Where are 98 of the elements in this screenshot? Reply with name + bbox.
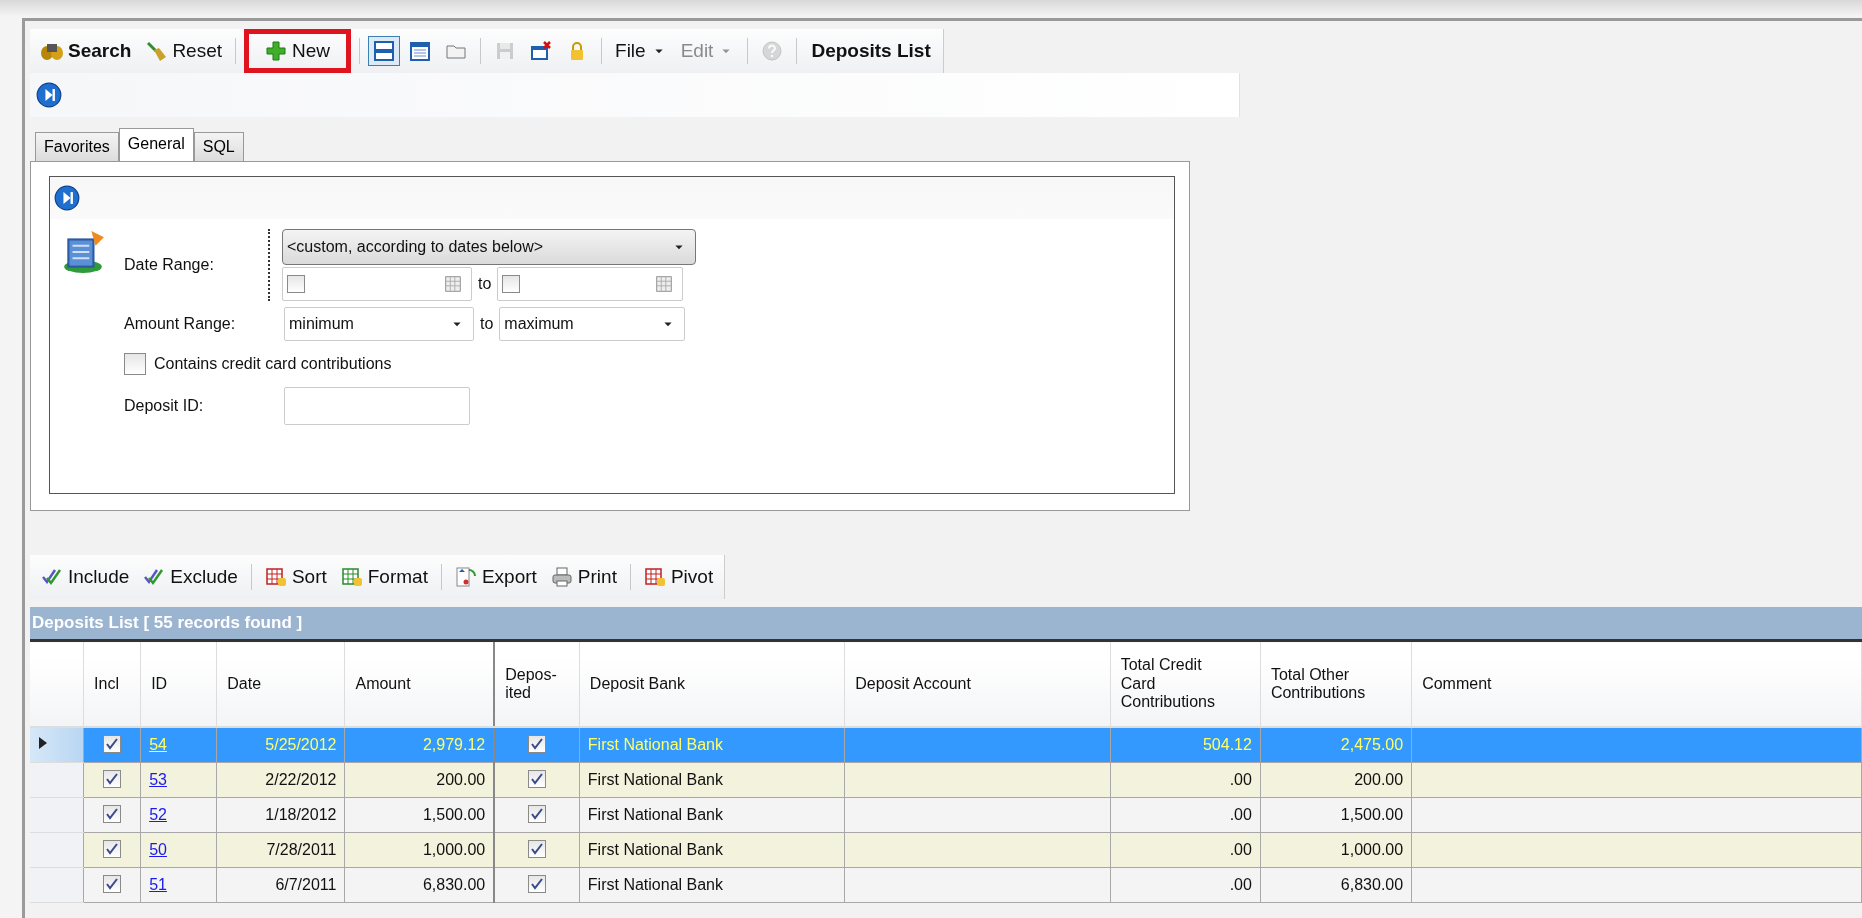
date-field[interactable] [282,267,472,301]
column-header[interactable]: Amount [344,640,495,727]
calendar-icon [654,274,675,294]
checkbox[interactable] [124,353,146,375]
table-icon [643,566,666,588]
table-cell: 7/28/2011 [216,832,345,868]
plus-icon [265,40,287,62]
row-header[interactable] [30,727,84,763]
table-cell: .00 [1110,762,1261,798]
column-header[interactable]: ID [140,640,217,727]
table-icon [264,566,287,588]
checkbox[interactable] [287,275,305,293]
range-separator: to [478,275,492,293]
checkbox[interactable] [528,840,546,858]
checkbox[interactable] [528,735,546,753]
toolbar-button[interactable]: Sort [259,562,332,592]
table-cell: First National Bank [579,727,845,763]
toolbar-button[interactable]: Print [545,562,622,592]
table-cell: First National Bank [579,832,845,868]
table-cell: 6/7/2011 [216,867,345,903]
table-cell: 5/25/2012 [216,727,345,763]
table-cell: .00 [1110,797,1261,833]
date-range-dropdown[interactable]: <custom, according to dates below> [282,229,696,265]
id-link[interactable]: 51 [149,876,167,893]
column-header[interactable]: Total Credit Card Contributions [1110,640,1261,727]
table-cell: 6,830.00 [344,867,495,903]
table-cell: 1,500.00 [1260,797,1412,833]
toolbar-icon-button[interactable] [368,36,401,66]
view-title: Deposits List [810,40,932,62]
table-cell: 200.00 [344,762,495,798]
checkbox[interactable] [528,770,546,788]
column-header[interactable]: Deposit Bank [579,640,845,727]
id-link[interactable]: 52 [149,806,167,823]
table-cell: First National Bank [579,867,845,903]
table-cell: 1,000.00 [1260,832,1412,868]
checkbox[interactable] [528,805,546,823]
table-cell: 504.12 [1110,727,1261,763]
checkbox[interactable] [528,875,546,893]
minimum-dropdown[interactable]: minimum [284,307,474,341]
toolbar-button[interactable]: Exclude [138,562,243,592]
split-view-icon [373,40,396,62]
field-label: Deposit ID: [124,397,205,415]
menu-button[interactable]: File [610,36,672,66]
tab[interactable]: General [118,128,194,162]
table-cell: First National Bank [579,797,845,833]
checkbox[interactable] [103,735,122,753]
table-cell: 6,830.00 [1260,867,1412,903]
column-header[interactable]: Total Other Contributions [1260,640,1412,727]
column-header[interactable]: Incl [83,640,141,727]
play-circle-icon [54,185,80,211]
printer-icon [550,566,573,588]
play-circle-icon [36,82,62,108]
calendar-icon [409,40,432,62]
broom-icon [145,40,168,62]
table-icon [340,566,363,588]
maximum-dropdown[interactable]: maximum [499,307,686,341]
toolbar-button[interactable]: Reset [140,36,227,66]
toolbar-button[interactable]: Include [36,562,135,592]
table-cell: 2,475.00 [1260,727,1412,763]
toolbar-button[interactable]: Pivot [638,562,719,592]
tab[interactable]: Favorites [35,132,119,162]
table-cell: .00 [1110,867,1261,903]
checkbox[interactable] [502,275,521,293]
export-icon [454,566,477,588]
table-cell: 200.00 [1260,762,1412,798]
calendar-icon [443,274,463,294]
table-cell: 2/22/2012 [216,762,345,798]
table-cell: .00 [1110,832,1261,868]
toolbar-button[interactable]: New [244,29,352,73]
toolbar-button[interactable]: Format [335,562,433,592]
table-cell: First National Bank [579,762,845,798]
field-label: Date Range: [124,256,215,274]
checkbox[interactable] [103,875,122,893]
window-delete-icon [530,40,553,62]
range-separator: to [480,315,494,333]
column-header[interactable]: Deposit Account [844,640,1111,727]
checkbox-label: Contains credit card contributions [154,355,392,373]
table-cell: 2,979.12 [344,727,495,763]
help-icon [761,40,784,62]
column-header[interactable]: Comment [1411,640,1862,727]
date-field[interactable] [497,267,684,301]
tab[interactable]: SQL [193,132,244,162]
column-header[interactable]: Date [216,640,345,727]
field-label: Amount Range: [124,315,237,333]
table-cell: 1,500.00 [344,797,495,833]
checkbox[interactable] [103,840,122,858]
toolbar-button[interactable]: Export [449,562,542,592]
deposit-id-field[interactable] [284,387,470,425]
column-header[interactable]: Depos-ited [494,640,580,727]
grid-title: Deposits List [ 55 records found ] [30,607,1862,639]
current-row-icon [38,736,48,750]
checkbox[interactable] [103,805,122,823]
id-link[interactable]: 50 [149,841,167,858]
id-link[interactable]: 53 [149,771,167,788]
toolbar-button[interactable]: Search [36,36,137,66]
table-cell: 1/18/2012 [216,797,345,833]
table-cell: 1,000.00 [344,832,495,868]
checkbox[interactable] [103,770,122,788]
